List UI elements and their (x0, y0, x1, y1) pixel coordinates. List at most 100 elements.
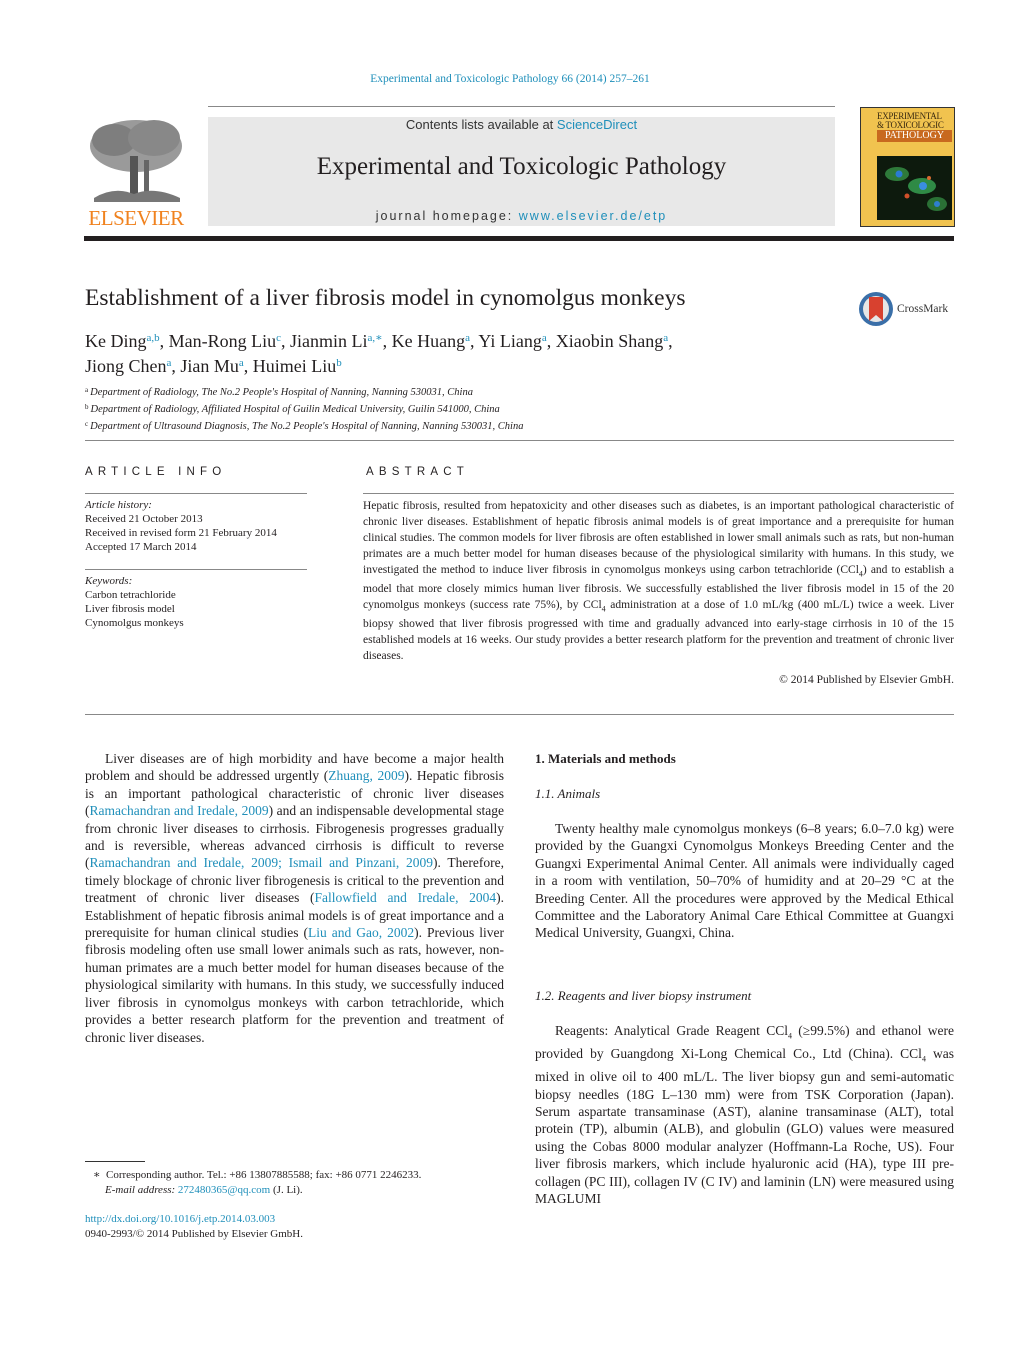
affiliation-a: a Department of Radiology, The No.2 Peopl… (85, 383, 523, 400)
footnote-mark: ∗ (93, 1169, 101, 1181)
keywords: Keywords: Carbon tetrachloride Liver fib… (85, 574, 307, 630)
subsection-heading-animals: 1.1. Animals (535, 786, 601, 801)
intro-paragraph: Liver diseases are of high morbidity and… (85, 750, 504, 1046)
homepage-prefix: journal homepage: (375, 209, 519, 223)
journal-masthead: Contents lists available at ScienceDirec… (208, 117, 835, 226)
footnote-text: Corresponding author. Tel.: +86 13807885… (105, 1169, 422, 1181)
keyword-item: Cynomolgus monkeys (85, 617, 184, 629)
footnote-rule (85, 1161, 145, 1162)
author-name[interactable]: Yi Liang (478, 331, 542, 351)
citation-link[interactable]: Zhuang, 2009 (328, 768, 404, 783)
reagents-part: was mixed in olive oil to 400 mL/L. The … (535, 1046, 955, 1207)
reagents-paragraph: Reagents: Analytical Grade Reagent CCl4 … (535, 1022, 954, 1207)
citation-link[interactable]: Ramachandran and Iredale, 2009; Ismail a… (90, 855, 434, 870)
doi-block: http://dx.doi.org/10.1016/j.etp.2014.03.… (85, 1212, 303, 1241)
author-list: Ke Dinga,b, Man-Rong Liuc, Jianmin Lia,∗… (85, 327, 825, 377)
elsevier-logo[interactable]: ELSEVIER (84, 116, 188, 230)
cover-band: PATHOLOGY (877, 130, 952, 142)
cover-title-line2: & TOXICOLOGIC (877, 120, 944, 130)
affiliation-text: Department of Ultrasound Diagnosis, The … (90, 421, 524, 432)
corresponding-author-footnote: ∗ Corresponding author. Tel.: +86 138078… (93, 1168, 421, 1197)
abstract-heading: ABSTRACT (366, 466, 469, 478)
body-top-rule (85, 714, 954, 715)
affiliation-mark: a (85, 386, 89, 394)
affiliation-c: c Department of Ultrasound Diagnosis, The… (85, 417, 523, 434)
sciencedirect-link[interactable]: ScienceDirect (557, 117, 637, 132)
author-name[interactable]: Jian Mu (180, 356, 239, 376)
affiliation-text: Department of Radiology, Affiliated Hosp… (90, 404, 500, 415)
citation-link[interactable]: Fallowfield and Iredale, 2004 (315, 890, 497, 905)
article-history: Article history: Received 21 October 201… (85, 498, 307, 554)
crossmark-icon (859, 292, 893, 326)
author-name[interactable]: Huimei Liu (253, 356, 337, 376)
reagents-part: Reagents: Analytical Grade Reagent CCl (555, 1023, 788, 1038)
author-separator: , (281, 331, 291, 351)
abstract-copyright: © 2014 Published by Elsevier GmbH. (779, 674, 954, 686)
keywords-label: Keywords: (85, 575, 133, 587)
article-title: Establishment of a liver fibrosis model … (85, 285, 686, 311)
author-separator: , (668, 331, 673, 351)
affiliations: a Department of Radiology, The No.2 Peopl… (85, 383, 523, 434)
affiliations-rule (85, 440, 954, 441)
author-affiliation-mark[interactable]: a,b (147, 332, 160, 344)
author-name[interactable]: Jianmin Li (290, 331, 368, 351)
affiliation-text: Department of Radiology, The No.2 People… (90, 387, 473, 398)
journal-title: Experimental and Toxicologic Pathology (316, 153, 727, 180)
elsevier-wordmark: ELSEVIER (88, 206, 184, 230)
animals-text: Twenty healthy male cynomolgus monkeys (… (535, 821, 954, 941)
email-label: E-mail address: (105, 1183, 178, 1196)
journal-reference[interactable]: Experimental and Toxicologic Pathology 6… (0, 73, 1020, 85)
affiliation-b: b Department of Radiology, Affiliated Hos… (85, 400, 523, 417)
author-name[interactable]: Man-Rong Liu (169, 331, 277, 351)
author-separator: , (159, 331, 169, 351)
cover-title: EXPERIMENTAL & TOXICOLOGIC (877, 112, 952, 130)
crossmark-label: CrossMark (897, 303, 949, 315)
history-accepted: Accepted 17 March 2014 (85, 541, 197, 553)
abstract-text: Hepatic fibrosis, resulted from hepatoxi… (363, 499, 954, 665)
footnote-contact: ∗ Corresponding author. Tel.: +86 138078… (93, 1168, 421, 1183)
keyword-item: Liver fibrosis model (85, 603, 175, 615)
cell-image-icon (885, 167, 947, 211)
author-name[interactable]: Ke Ding (85, 331, 147, 351)
citation-link[interactable]: Ramachandran and Iredale, 2009 (90, 803, 269, 818)
section-heading-methods: 1. Materials and methods (535, 751, 676, 766)
contents-line: Contents lists available at ScienceDirec… (208, 117, 835, 132)
article-history-label: Article history: (85, 499, 152, 511)
cover-micrograph (877, 156, 952, 220)
affiliation-mark: c (85, 420, 89, 428)
introduction: Liver diseases are of high morbidity and… (85, 750, 504, 1046)
footnote-email: E-mail address: 272480365@qq.com (J. Li)… (93, 1183, 421, 1198)
elsevier-tree-icon (90, 120, 182, 202)
history-revised: Received in revised form 21 February 201… (85, 527, 277, 539)
article-info-rule (85, 493, 307, 494)
email-link[interactable]: 272480365@qq.com (178, 1184, 270, 1196)
animals-paragraph: Twenty healthy male cynomolgus monkeys (… (535, 820, 954, 942)
header-rule (208, 106, 835, 107)
author-separator: , (546, 331, 556, 351)
author-name[interactable]: Xiaobin Shang (556, 331, 664, 351)
author-name[interactable]: Ke Huang (392, 331, 465, 351)
intro-text: ). Previous liver fibrosis modeling ofte… (85, 925, 505, 1045)
doi-link[interactable]: http://dx.doi.org/10.1016/j.etp.2014.03.… (85, 1213, 275, 1225)
header-thick-rule (84, 236, 954, 241)
citation-link[interactable]: Liu and Gao, 2002 (308, 925, 414, 940)
history-received: Received 21 October 2013 (85, 513, 203, 525)
author-name[interactable]: Jiong Chen (85, 356, 167, 376)
homepage-link[interactable]: www.elsevier.de/etp (519, 209, 667, 223)
author-affiliation-mark[interactable]: a,∗ (368, 332, 383, 344)
affiliation-mark: b (85, 403, 89, 411)
keywords-rule (85, 569, 307, 570)
author-affiliation-mark[interactable]: b (336, 357, 342, 369)
article-info-heading: ARTICLE INFO (85, 466, 227, 478)
journal-cover-thumbnail[interactable]: EXPERIMENTAL & TOXICOLOGIC PATHOLOGY (860, 107, 955, 227)
subsection-heading-reagents: 1.2. Reagents and liver biopsy instrumen… (535, 988, 752, 1003)
abstract-rule (363, 493, 954, 494)
author-separator: , (243, 356, 253, 376)
crossmark-badge[interactable]: CrossMark (858, 290, 958, 330)
issn-line: 0940-2993/© 2014 Published by Elsevier G… (85, 1227, 303, 1240)
contents-prefix: Contents lists available at (405, 117, 557, 132)
email-suffix: (J. Li). (270, 1183, 303, 1196)
author-separator: , (382, 331, 392, 351)
homepage-line: journal homepage: www.elsevier.de/etp (208, 209, 835, 223)
keyword-item: Carbon tetrachloride (85, 589, 176, 601)
